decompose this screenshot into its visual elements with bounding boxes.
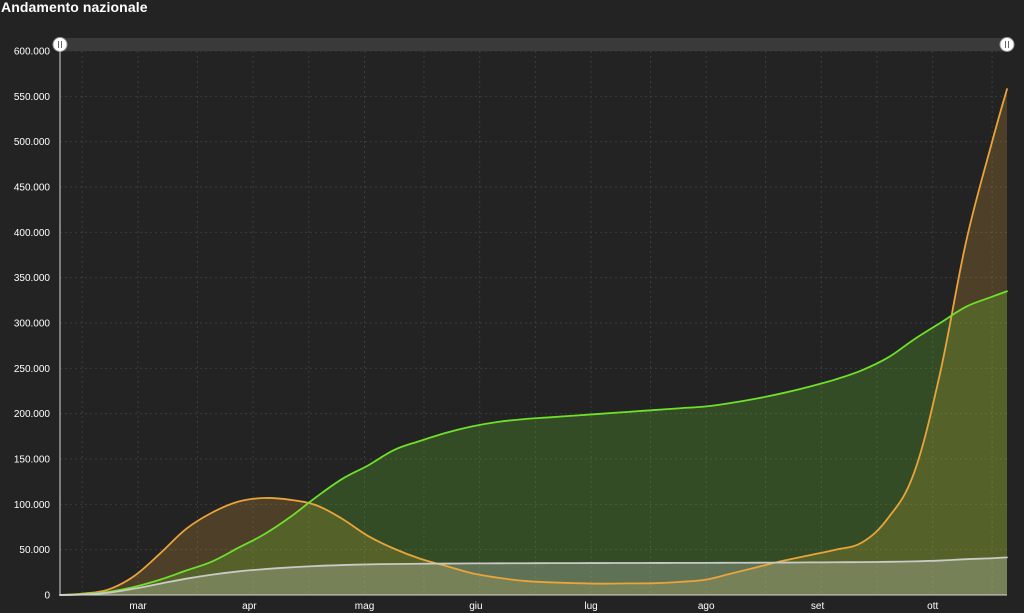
x-tick-label: mag [355, 601, 374, 612]
x-tick-label: lug [584, 601, 597, 612]
x-tick-label: ott [927, 601, 938, 612]
range-handle-knob[interactable] [52, 37, 68, 52]
x-axis-ticks: mar apr mag giu lug ago set ott [129, 601, 938, 612]
y-tick-label: 600.000 [14, 47, 51, 58]
y-tick-label: 100.000 [14, 500, 51, 511]
x-tick-label: apr [242, 601, 257, 612]
y-tick-label: 500.000 [14, 137, 51, 148]
y-tick-label: 550.000 [14, 92, 51, 103]
x-tick-label: giu [469, 601, 482, 612]
x-tick-label: mar [129, 601, 147, 612]
y-tick-label: 0 [44, 591, 50, 602]
range-handle-left[interactable] [52, 37, 68, 52]
range-selector[interactable] [52, 37, 1015, 52]
national-trend-chart: 0 50.000 100.000 150.000 200.000 250.000 300.0… [14, 37, 1015, 612]
y-tick-label: 400.000 [14, 228, 51, 239]
y-tick-label: 50.000 [19, 545, 50, 556]
y-tick-label: 250.000 [14, 364, 51, 375]
y-tick-label: 350.000 [14, 273, 51, 284]
range-handle-knob[interactable] [999, 37, 1015, 52]
y-tick-label: 450.000 [14, 183, 51, 194]
y-tick-label: 200.000 [14, 409, 51, 420]
x-tick-label: ago [698, 601, 715, 612]
y-axis-ticks: 0 50.000 100.000 150.000 200.000 250.000 300.0… [14, 47, 51, 602]
range-handle-right[interactable] [999, 37, 1015, 52]
range-selector-track[interactable] [60, 38, 1007, 51]
x-tick-label: set [811, 601, 825, 612]
y-tick-label: 150.000 [14, 455, 51, 466]
y-tick-label: 300.000 [14, 319, 51, 330]
